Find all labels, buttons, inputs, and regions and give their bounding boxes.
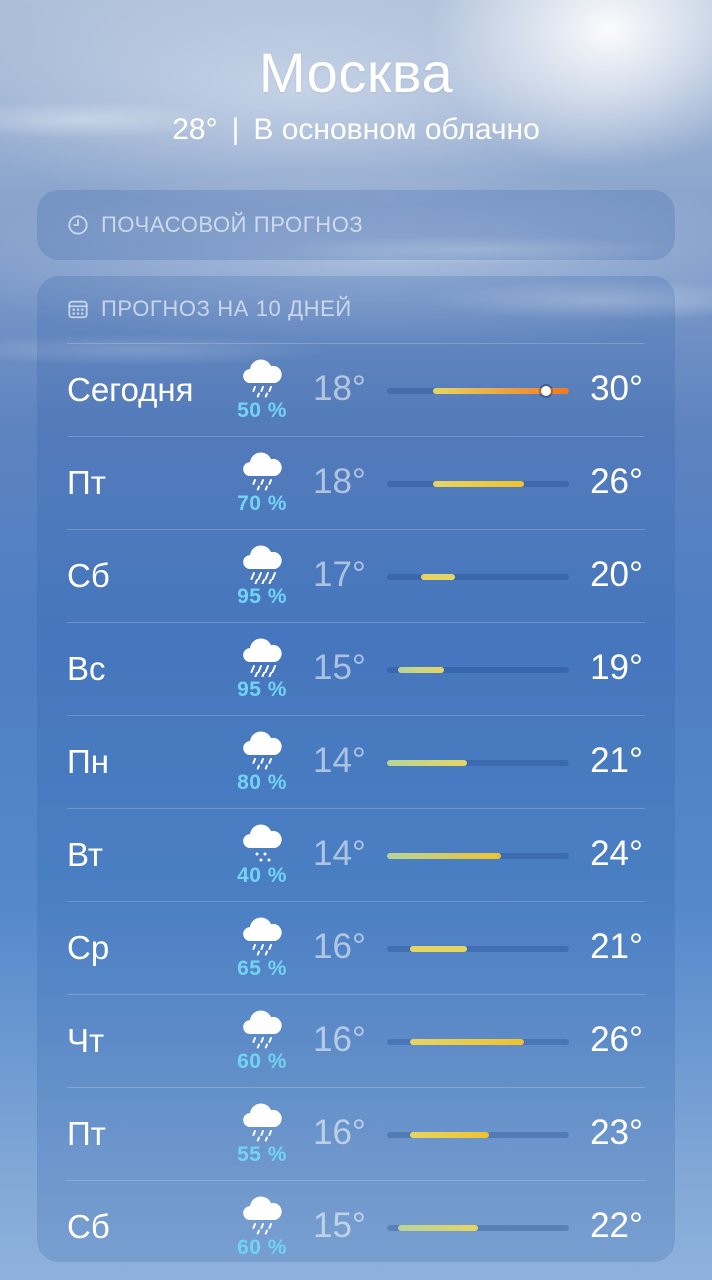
precip-chance: 50 % [237,399,287,422]
precip-chance: 55 % [237,1143,287,1166]
low-temp: 16° [313,1113,366,1152]
cloud-rain-icon [243,1103,282,1142]
day-label: Сегодня [67,371,194,408]
high-temp: 30° [590,369,643,408]
temp-range-track [387,853,569,859]
day-label: Чт [67,1022,105,1059]
location-header: Москва 28° | В основном облачно [0,40,712,148]
temp-range-track [387,386,569,396]
cloud-rain-icon [243,1010,282,1049]
precip-chance: 60 % [237,1050,287,1073]
forecast-row[interactable]: Вт 40 % 14° 24° [67,808,645,901]
day-label: Сб [67,1208,110,1245]
precip-chance: 65 % [237,957,287,980]
forecast-row[interactable]: Пн 80 % 14° 21° [67,715,645,808]
temp-range-bar [387,760,467,766]
ten-day-forecast-card[interactable]: ПРОГНОЗ НА 10 ДНЕЙ Сегодня 50 % 18° 30° Пт 70… [37,276,675,1262]
forecast-row[interactable]: Сегодня 50 % 18° 30° [67,343,645,436]
high-temp: 21° [590,741,643,780]
forecast-row[interactable]: Чт 60 % 16° 26° [67,994,645,1087]
day-label: Пт [67,1115,106,1152]
high-temp: 26° [590,1020,643,1059]
hourly-forecast-title: ПОЧАСОВОЙ ПРОГНОЗ [101,212,364,237]
forecast-row[interactable]: Вс 95 % 15° 19° [67,622,645,715]
precip-chance: 95 % [237,585,287,608]
high-temp: 24° [590,834,643,873]
cloud-rain-icon [243,731,282,770]
cloud-rain-icon [243,452,282,491]
temp-range-track [387,667,569,673]
high-temp: 19° [590,648,643,687]
city-name: Москва [258,41,454,104]
low-temp: 14° [313,741,366,780]
temp-range-track [387,946,569,952]
low-temp: 16° [313,927,366,966]
low-temp: 14° [313,834,366,873]
forecast-list: Сегодня 50 % 18° 30° Пт 70 % 18° 26° Сб 95 % 17° 20… [67,343,645,1273]
temp-range-bar [410,1039,524,1045]
ten-day-forecast-header: ПРОГНОЗ НА 10 ДНЕЙ [67,296,352,322]
precip-chance: 70 % [237,492,287,515]
day-label: Вт [67,836,104,873]
precip-chance: 80 % [237,771,287,794]
temp-range-bar [387,853,501,859]
current-condition: В основном облачно [253,113,540,146]
high-temp: 22° [590,1206,643,1245]
forecast-row[interactable]: Сб 60 % 15° 22° [67,1180,645,1273]
forecast-row[interactable]: Ср 65 % 16° 21° [67,901,645,994]
day-label: Пн [67,743,109,780]
low-temp: 18° [313,369,366,408]
calendar-icon [68,300,88,319]
low-temp: 16° [313,1020,366,1059]
high-temp: 23° [590,1113,643,1152]
temp-range-bar [398,667,444,673]
cloud-rain-icon [243,917,282,956]
current-summary: 28° | В основном облачно [0,112,712,148]
temp-range-track [387,1225,569,1231]
day-label: Пт [67,464,106,501]
high-temp: 26° [590,462,643,501]
temp-range-track [387,760,569,766]
temp-range-bar [398,1225,478,1231]
temp-range-bar [410,946,467,952]
temp-range-track [387,574,569,580]
hourly-forecast-card[interactable]: ПОЧАСОВОЙ ПРОГНОЗ [37,190,675,260]
temp-range-track [387,481,569,487]
temp-range-bar [421,574,455,580]
cloud-rain-icon [243,1196,282,1235]
forecast-row[interactable]: Пт 55 % 16° 23° [67,1087,645,1180]
low-temp: 18° [313,462,366,501]
cloud-drizzle-icon [243,824,282,862]
temp-range-bar [410,1132,489,1138]
day-label: Вс [67,650,106,687]
current-temperature: 28° [172,113,218,146]
forecast-row[interactable]: Сб 95 % 17° 20° [67,529,645,622]
clock-icon [68,215,88,235]
low-temp: 17° [313,555,366,594]
precip-chance: 60 % [237,1236,287,1259]
temp-range-track [387,1039,569,1045]
temp-range-track [387,1132,569,1138]
day-label: Сб [67,557,110,594]
high-temp: 20° [590,555,643,594]
low-temp: 15° [313,648,366,687]
temp-range-bar [433,481,524,487]
low-temp: 15° [313,1206,366,1245]
ten-day-forecast-title: ПРОГНОЗ НА 10 ДНЕЙ [101,296,352,321]
cloud-rain-icon [243,359,282,398]
day-label: Ср [67,929,110,966]
high-temp: 21° [590,927,643,966]
forecast-row[interactable]: Пт 70 % 18° 26° [67,436,645,529]
summary-separator: | [231,113,240,146]
precip-chance: 95 % [237,678,287,701]
current-temp-indicator [541,386,551,396]
cloud-heavy-rain-icon [243,545,282,584]
hourly-forecast-header: ПОЧАСОВОЙ ПРОГНОЗ [67,212,363,238]
precip-chance: 40 % [237,864,287,887]
cloud-heavy-rain-icon [243,638,282,677]
